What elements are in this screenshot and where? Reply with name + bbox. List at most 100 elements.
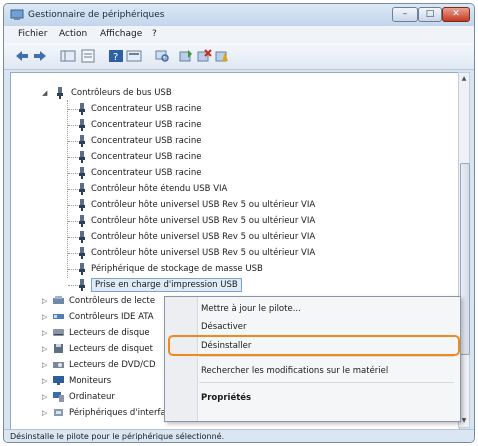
tree-connector xyxy=(68,205,78,206)
context-menu-gutter xyxy=(165,297,198,421)
tree-item-usb-device[interactable]: Périphérique de stockage de masse USB xyxy=(11,261,451,277)
show-hide-tree-icon[interactable] xyxy=(60,49,76,63)
tree-category[interactable]: ▷ Moniteurs xyxy=(11,373,171,389)
usb-icon xyxy=(78,151,86,163)
svg-text:?: ? xyxy=(113,52,118,63)
scroll-up-icon[interactable]: ▲ xyxy=(459,75,469,82)
expand-arrow-icon[interactable]: ▷ xyxy=(42,377,50,385)
window-title: Gestionnaire de périphériques xyxy=(28,10,165,20)
uninstall-device-icon[interactable] xyxy=(196,49,212,63)
title-bar[interactable]: Gestionnaire de périphériques – □ ✕ xyxy=(4,4,474,26)
close-button[interactable]: ✕ xyxy=(442,7,470,22)
tree-category[interactable]: ▷ Lecteurs de DVD/CD xyxy=(11,357,171,373)
tree-category[interactable]: ▷ Contrôleurs de lecte xyxy=(11,293,171,309)
tree-item-usb-device[interactable]: Concentrateur USB racine xyxy=(11,165,451,181)
usb-icon xyxy=(56,87,64,99)
tree-item-usb-device[interactable]: Concentrateur USB racine xyxy=(11,117,451,133)
tree-item-label: Contrôleur hôte universel USB Rev 5 ou u… xyxy=(91,200,316,210)
tree-item-label: Contrôleurs de lecte xyxy=(69,296,156,306)
tree-item-usb-device[interactable]: Contrôleur hôte étendu USB VIA xyxy=(11,181,451,197)
maximize-button[interactable]: □ xyxy=(418,7,442,22)
expand-arrow-icon[interactable]: ▷ xyxy=(42,313,50,321)
status-bar: Désinstalle le pilote pour le périphériq… xyxy=(4,429,474,442)
tree-category[interactable]: ▷ Lecteurs de disque xyxy=(11,325,171,341)
expand-arrow-icon[interactable]: ▷ xyxy=(42,393,50,401)
menu-help[interactable]: ? xyxy=(152,29,157,39)
tree-item-label: Périphérique de stockage de masse USB xyxy=(91,264,263,274)
usb-icon xyxy=(78,215,86,227)
device-category-icon xyxy=(53,327,64,338)
menu-action[interactable]: Action xyxy=(59,29,87,39)
tree-category-usb-controllers[interactable]: ◢ Contrôleurs de bus USB xyxy=(11,85,451,101)
tree-item-usb-device[interactable]: Contrôleur hôte universel USB Rev 5 ou u… xyxy=(11,229,451,245)
device-category-icon xyxy=(53,391,64,402)
tree-item-label: Ordinateur xyxy=(69,392,115,402)
tree-item-usb-device[interactable]: Concentrateur USB racine xyxy=(11,101,451,117)
usb-icon xyxy=(78,167,86,179)
usb-icon xyxy=(78,119,86,131)
tree-item-usb-device[interactable]: Contrôleur hôte universel USB Rev 5 ou u… xyxy=(11,197,451,213)
tree-connector xyxy=(68,141,78,142)
expand-arrow-icon[interactable]: ▷ xyxy=(42,329,50,337)
device-category-icon xyxy=(53,407,64,418)
scan-hardware-icon[interactable] xyxy=(154,49,170,63)
usb-icon xyxy=(78,231,86,243)
menu-item-update-driver[interactable]: Mettre à jour le pilote... xyxy=(201,304,301,314)
expand-arrow-icon[interactable]: ▷ xyxy=(42,345,50,353)
tree-item-usb-printing-support[interactable]: Prise en charge d'impression USB xyxy=(11,277,451,293)
tree-item-label: Contrôleurs IDE ATA xyxy=(69,312,154,322)
scrollbar-thumb[interactable] xyxy=(460,163,470,355)
tree-connector xyxy=(68,237,78,238)
minimize-button[interactable]: – xyxy=(392,7,418,22)
tree-connector xyxy=(68,253,78,254)
tree-item-label: Prise en charge d'impression USB xyxy=(91,278,242,292)
tree-category[interactable]: ▷ Lecteurs de disquet xyxy=(11,341,171,357)
menu-item-properties[interactable]: Propriétés xyxy=(201,393,251,403)
usb-icon xyxy=(78,279,86,291)
tree-item-label: Contrôleur hôte étendu USB VIA xyxy=(91,184,228,194)
status-text: Désinstalle le pilote pour le périphériq… xyxy=(10,432,225,441)
usb-icon xyxy=(78,135,86,147)
tree-item-usb-device[interactable]: Contrôleur hôte universel USB Rev 5 ou u… xyxy=(11,213,451,229)
tree-item-label: Moniteurs xyxy=(69,376,112,386)
device-category-icon xyxy=(53,359,64,370)
menu-item-scan-hardware[interactable]: Rechercher les modifications sur le maté… xyxy=(201,366,388,376)
tree-item-label: Concentrateur USB racine xyxy=(91,104,202,114)
tree-item-usb-device[interactable]: Concentrateur USB racine xyxy=(11,133,451,149)
context-menu: Mettre à jour le pilote... Désactiver Dé… xyxy=(164,296,461,422)
close-icon: ✕ xyxy=(452,9,460,19)
view-icon[interactable] xyxy=(126,49,142,63)
tree-item-label: Concentrateur USB racine xyxy=(91,120,202,130)
tree-connector xyxy=(68,125,78,126)
usb-icon xyxy=(78,199,86,211)
tree-category[interactable]: ▷ Périphériques d'interface utilisateur xyxy=(11,405,221,421)
disable-device-icon[interactable] xyxy=(214,49,230,63)
properties-toolbar-icon[interactable] xyxy=(80,49,96,63)
update-driver-icon[interactable] xyxy=(178,49,194,63)
menu-view[interactable]: Affichage xyxy=(100,29,142,39)
tree-item-label: Concentrateur USB racine xyxy=(91,136,202,146)
forward-arrow-icon[interactable] xyxy=(32,49,48,63)
menu-file[interactable]: Fichier xyxy=(18,29,47,39)
tree-item-usb-device[interactable]: Contrôleur hôte universel USB Rev 5 ou u… xyxy=(11,245,451,261)
tree-item-usb-device[interactable]: Concentrateur USB racine xyxy=(11,149,451,165)
tree-item-label: Lecteurs de disquet xyxy=(69,344,153,354)
maximize-icon: □ xyxy=(425,9,435,19)
tree-item-label: Contrôleur hôte universel USB Rev 5 ou u… xyxy=(91,248,316,258)
expand-arrow-icon[interactable]: ▷ xyxy=(42,409,50,417)
device-category-icon xyxy=(53,311,64,322)
menu-item-disable[interactable]: Désactiver xyxy=(201,322,247,332)
tree-item-label: Contrôleur hôte universel USB Rev 5 ou u… xyxy=(91,232,316,242)
help-icon[interactable]: ? xyxy=(108,49,124,63)
tree-item-label: Lecteurs de DVD/CD xyxy=(69,360,156,370)
device-manager-window: Gestionnaire de périphériques – □ ✕ Fich… xyxy=(3,3,475,443)
back-arrow-icon[interactable] xyxy=(14,49,30,63)
tree-category[interactable]: ▷ Ordinateur xyxy=(11,389,171,405)
tree-connector xyxy=(68,109,78,110)
usb-icon xyxy=(78,183,86,195)
expand-arrow-icon[interactable]: ▷ xyxy=(42,297,50,305)
collapse-arrow-icon[interactable]: ◢ xyxy=(42,89,50,97)
tree-category[interactable]: ▷ Contrôleurs IDE ATA xyxy=(11,309,171,325)
expand-arrow-icon[interactable]: ▷ xyxy=(42,361,50,369)
tree-connector xyxy=(68,157,78,158)
